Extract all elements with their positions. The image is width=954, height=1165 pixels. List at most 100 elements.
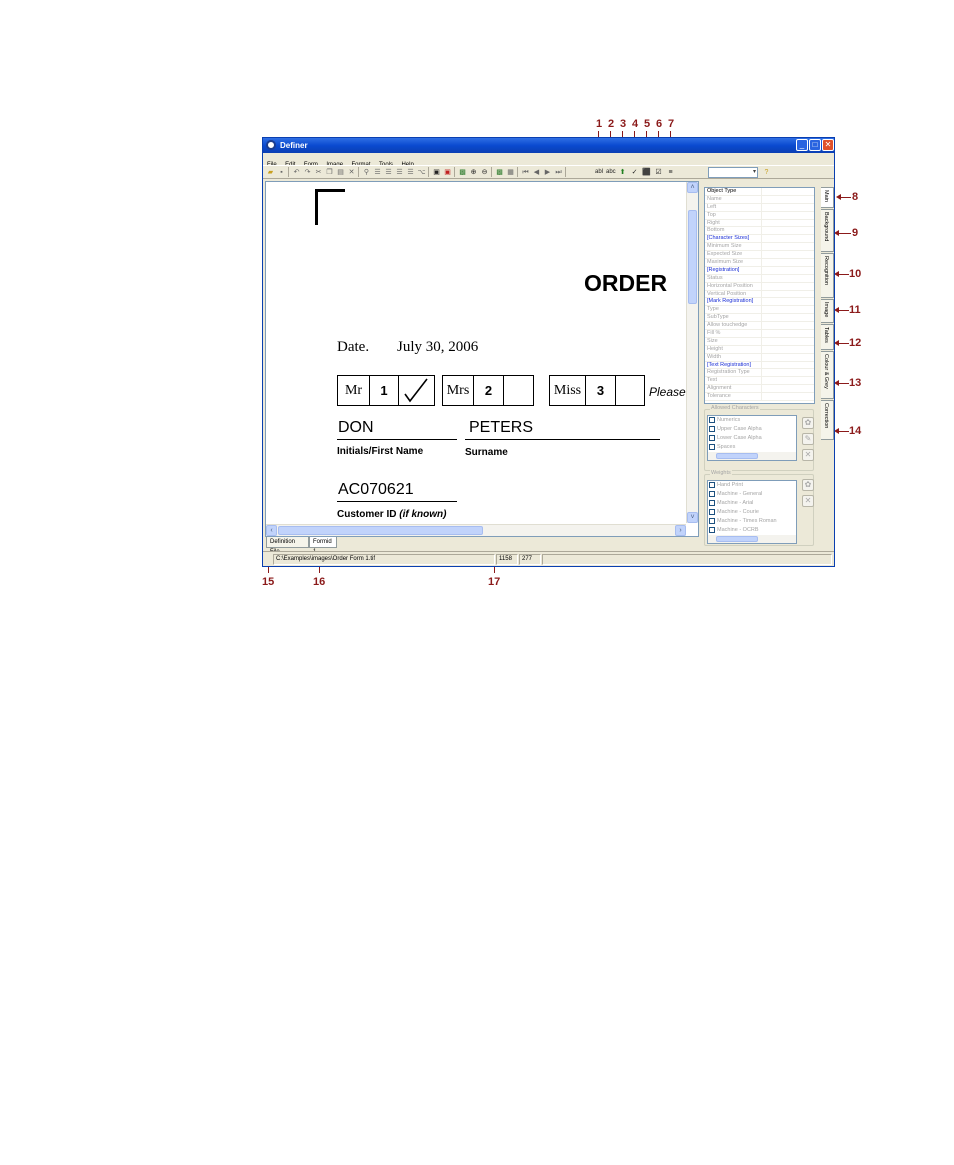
title-bar[interactable]: Definer _ □ ✕	[263, 138, 834, 153]
open-icon[interactable]: ▰	[266, 168, 275, 177]
tab-main[interactable]: Main	[821, 187, 834, 208]
property-row[interactable]: Horizontal Position	[705, 282, 814, 291]
delete-icon[interactable]: ✕	[347, 168, 356, 177]
property-row[interactable]: Vertical Position	[705, 290, 814, 299]
align-left-icon[interactable]: ☰	[373, 168, 382, 177]
new-form-icon[interactable]: ▣	[432, 168, 441, 177]
add-icon[interactable]: ✿	[802, 479, 814, 491]
zoom-in-icon[interactable]: ⊕	[469, 168, 478, 177]
list-horizontal-scrollbar[interactable]	[708, 535, 796, 543]
list-item[interactable]: Upper Case Alpha	[708, 425, 796, 434]
property-row[interactable]: Right	[705, 219, 814, 228]
align-right-icon[interactable]: ☰	[395, 168, 404, 177]
property-row[interactable]: Allow touchedge	[705, 322, 814, 331]
tab-tables[interactable]: Tables	[821, 324, 834, 350]
property-row[interactable]: Alignment	[705, 385, 814, 394]
list-item[interactable]: Machine - Courie	[708, 508, 796, 517]
property-row[interactable]: Fill %	[705, 330, 814, 338]
cut-icon[interactable]: ✂	[314, 168, 323, 177]
horizontal-scroll-thumb[interactable]	[278, 526, 483, 535]
property-row[interactable]: Status	[705, 274, 814, 283]
grid-icon[interactable]: ▦	[506, 168, 515, 177]
property-row[interactable]: Registration Type	[705, 369, 814, 378]
list-item[interactable]: Machine - OCRB	[708, 526, 796, 535]
image-icon[interactable]: ▩	[458, 168, 467, 177]
checkbox[interactable]	[709, 526, 715, 533]
zoom-combo[interactable]: ▾	[708, 167, 758, 178]
text-field-tool-icon[interactable]: abl	[593, 168, 605, 177]
checkbox[interactable]	[709, 443, 715, 450]
property-row[interactable]: Width	[705, 353, 814, 362]
help-icon[interactable]: ?	[762, 168, 771, 177]
property-row[interactable]: Expected Size	[705, 251, 814, 260]
property-row[interactable]: Bottom	[705, 227, 814, 236]
copy-icon[interactable]: ❐	[325, 168, 334, 177]
tab-image[interactable]: Image	[821, 299, 834, 323]
redo-icon[interactable]: ↷	[303, 168, 312, 177]
properties-grid[interactable]: Object Type Name Left Top Right Bottom [Charac…	[704, 187, 815, 404]
title-checkbox[interactable]	[616, 376, 643, 405]
mark-tool-icon[interactable]: ✓	[630, 168, 639, 177]
tab-background[interactable]: Background	[821, 209, 834, 252]
scroll-right-icon[interactable]: ›	[675, 525, 686, 536]
tab-formid-1[interactable]: Formid 1	[309, 537, 337, 555]
checkbox[interactable]	[709, 425, 715, 432]
title-checkbox[interactable]	[504, 376, 532, 405]
vertical-scroll-thumb[interactable]	[688, 210, 697, 304]
property-row[interactable]: Height	[705, 345, 814, 354]
last-page-icon[interactable]: ⏭	[554, 168, 563, 177]
checkbox-tool-icon[interactable]: ☑	[654, 168, 663, 177]
table-tool-icon[interactable]: ≡	[666, 168, 675, 177]
property-row[interactable]: Minimum Size	[705, 243, 814, 252]
list-item[interactable]: Machine - Arial	[708, 499, 796, 508]
remove-icon[interactable]: ✕	[802, 495, 814, 507]
form-image-view[interactable]: ORDER Date. July 30, 2006 Mr 1 Mrs 2 Mis…	[265, 181, 699, 537]
first-page-icon[interactable]: ⏮	[521, 168, 530, 177]
prev-page-icon[interactable]: ◀	[532, 168, 541, 177]
zoom-out-icon[interactable]: ⊖	[480, 168, 489, 177]
registration-tool-icon[interactable]: ⬆	[618, 168, 627, 177]
save-icon[interactable]: ▪	[277, 168, 286, 177]
title-box-mr[interactable]: Mr 1	[337, 375, 435, 406]
list-item[interactable]: Lower Case Alpha	[708, 434, 796, 443]
format-painter-icon[interactable]: ⌥	[417, 168, 426, 177]
list-item[interactable]: Spaces	[708, 443, 796, 452]
tab-definition-file[interactable]: Definition File	[266, 537, 309, 555]
title-checkbox[interactable]	[399, 376, 433, 405]
property-row[interactable]: Tolerance	[705, 393, 814, 402]
next-page-icon[interactable]: ▶	[543, 168, 552, 177]
property-row[interactable]: Left	[705, 203, 814, 212]
tab-recognition[interactable]: Recognition	[821, 253, 834, 298]
checkbox[interactable]	[709, 517, 715, 524]
remove-icon[interactable]: ✕	[802, 449, 814, 461]
property-row[interactable]: Top	[705, 211, 814, 220]
title-box-miss[interactable]: Miss 3	[549, 375, 645, 406]
vertical-scrollbar[interactable]: ˄ ˅	[686, 182, 698, 523]
close-button[interactable]: ✕	[822, 139, 834, 151]
allowed-characters-list[interactable]: Numerics Upper Case Alpha Lower Case Alp…	[707, 415, 797, 461]
scroll-left-icon[interactable]: ‹	[266, 525, 277, 536]
property-row[interactable]: Size	[705, 337, 814, 346]
scroll-up-icon[interactable]: ˄	[687, 182, 698, 193]
character-field-tool-icon[interactable]: abc	[606, 168, 616, 177]
weights-list[interactable]: Hand Print Machine - General Machine - A…	[707, 480, 797, 544]
property-row[interactable]: Text	[705, 377, 814, 386]
title-box-mrs[interactable]: Mrs 2	[442, 375, 534, 406]
box-tool-icon[interactable]: ⬛	[642, 168, 651, 177]
align-center-icon[interactable]: ☰	[384, 168, 393, 177]
property-row[interactable]: Name	[705, 195, 814, 204]
delete-form-icon[interactable]: ▣	[443, 168, 452, 177]
find-icon[interactable]: ⚲	[362, 168, 371, 177]
checkbox[interactable]	[709, 499, 715, 506]
list-item[interactable]: Machine - Times Roman	[708, 517, 796, 526]
distribute-icon[interactable]: ☰	[406, 168, 415, 177]
checkbox[interactable]	[709, 416, 715, 423]
tab-colour-grey[interactable]: Colour & Grey	[821, 351, 834, 399]
tab-correction[interactable]: Correction	[821, 400, 834, 440]
paste-icon[interactable]: ▤	[336, 168, 345, 177]
property-row[interactable]: Object Type	[705, 188, 814, 196]
edit-icon[interactable]: ✎	[802, 433, 814, 445]
checkbox[interactable]	[709, 434, 715, 441]
property-row[interactable]: SubType	[705, 314, 814, 323]
horizontal-scrollbar[interactable]: ‹ ›	[266, 524, 686, 536]
